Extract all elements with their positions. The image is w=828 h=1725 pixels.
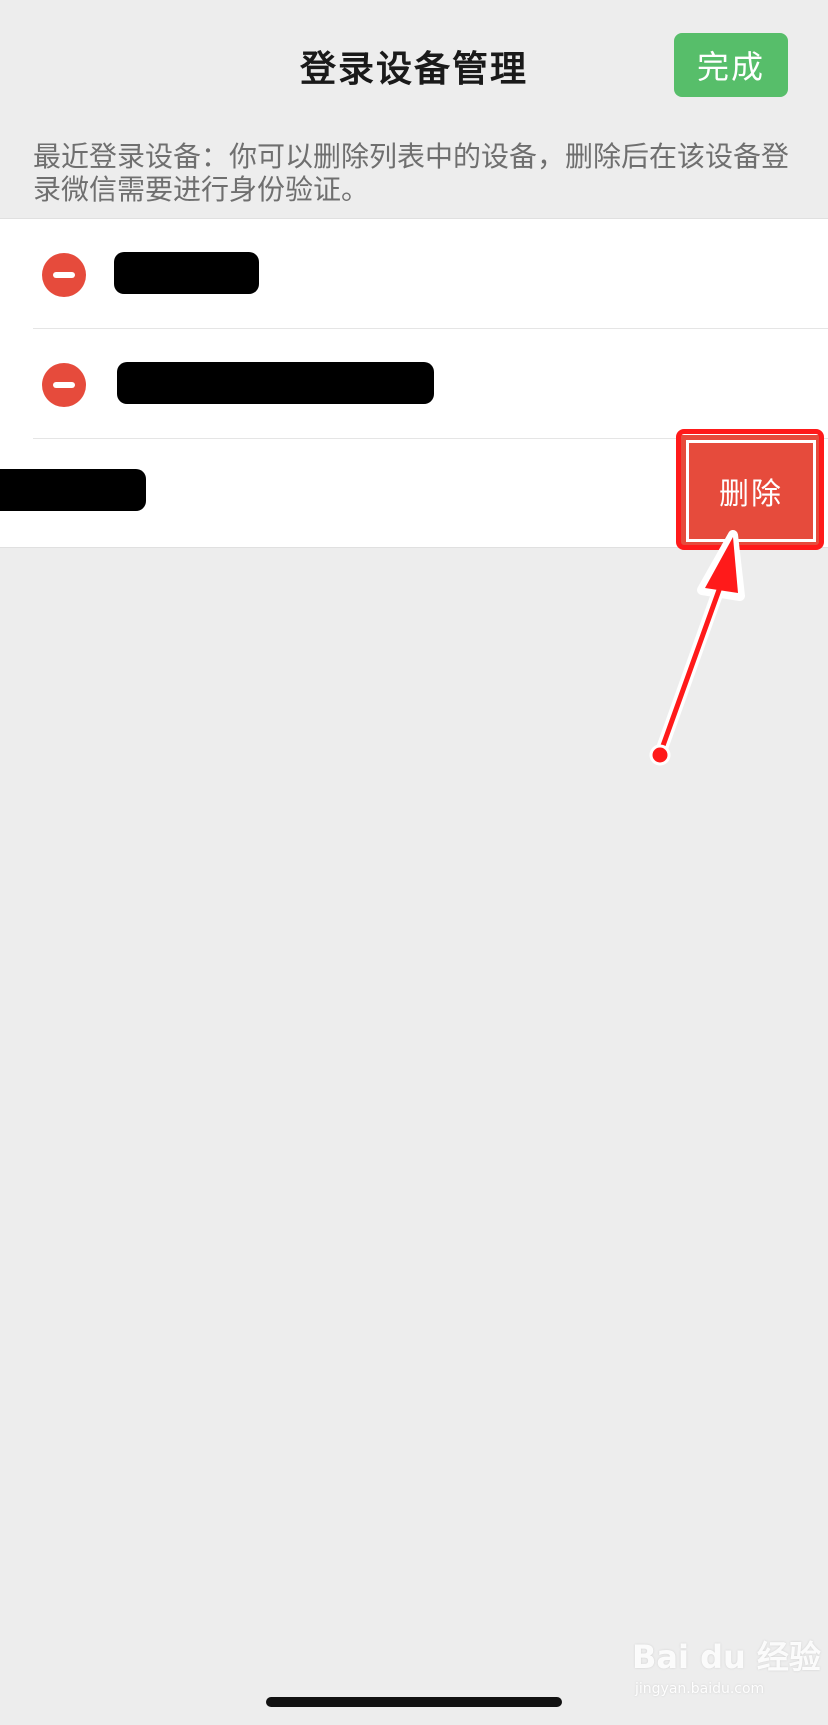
description-text: 最近登录设备：你可以删除列表中的设备，删除后在该设备登录微信需要进行身份验证。 bbox=[33, 140, 790, 206]
minus-circle-icon[interactable] bbox=[42, 253, 86, 297]
home-indicator[interactable] bbox=[266, 1697, 562, 1707]
watermark-url: jingyan.baidu.com bbox=[635, 1681, 765, 1697]
redacted-device-name bbox=[0, 469, 146, 511]
done-button[interactable]: 完成 bbox=[674, 33, 788, 97]
login-device-management-page: 登录设备管理 完成 最近登录设备：你可以删除列表中的设备，删除后在该设备登录微信… bbox=[0, 0, 828, 1725]
minus-circle-icon[interactable] bbox=[42, 363, 86, 407]
device-row[interactable] bbox=[0, 219, 828, 329]
redacted-device-name bbox=[117, 362, 434, 404]
device-row[interactable] bbox=[0, 329, 828, 439]
delete-button[interactable]: 删除 bbox=[681, 435, 821, 547]
watermark-logo: Bai du 经验 bbox=[632, 1638, 821, 1676]
redacted-device-name bbox=[114, 252, 259, 294]
